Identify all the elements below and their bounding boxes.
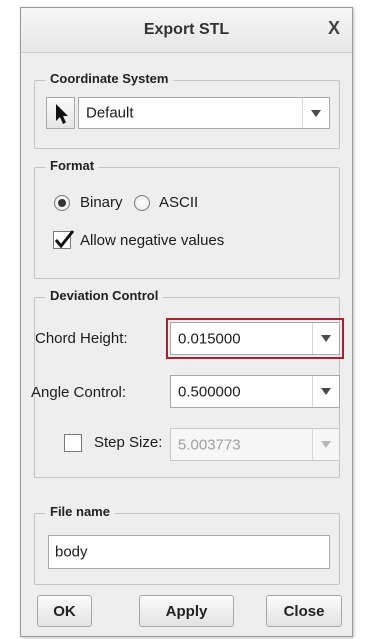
close-button[interactable]: Close [266, 595, 342, 627]
checkmark-icon [54, 230, 75, 249]
allow-negative-label: Allow negative values [80, 232, 225, 249]
chord-height-dropdown[interactable]: 0.015000 [170, 322, 340, 355]
chord-height-value: 0.015000 [178, 330, 241, 347]
format-group: Format Binary ASCII Allow negative value… [34, 158, 340, 279]
chevron-down-icon [312, 323, 339, 354]
coordinate-system-group: Coordinate System Default [34, 71, 340, 149]
coordinate-system-legend: Coordinate System [45, 71, 174, 86]
coordinate-system-dropdown[interactable]: Default [78, 97, 330, 129]
apply-button[interactable]: Apply [139, 595, 234, 627]
coordinate-system-value: Default [86, 104, 134, 122]
file-name-legend: File name [45, 504, 115, 519]
allow-negative-checkbox[interactable] [53, 230, 75, 249]
binary-label: Binary [80, 194, 123, 211]
title-bar: Export STL X [21, 8, 352, 53]
file-name-group: File name body [34, 504, 340, 585]
ascii-label: ASCII [159, 194, 199, 211]
step-size-label: Step Size: [94, 434, 163, 451]
chord-height-label: Chord Height: [35, 330, 128, 347]
ok-button[interactable]: OK [37, 595, 92, 627]
file-name-input[interactable]: body [48, 535, 330, 569]
step-size-dropdown[interactable]: 5.003773 [170, 428, 340, 461]
export-stl-dialog: Export STL X Coordinate System Default F… [20, 7, 353, 637]
select-coordinate-button[interactable] [46, 97, 75, 129]
angle-control-label: Angle Control: [31, 384, 127, 401]
deviation-control-group: Deviation Control Chord Height: 0.015000… [31, 288, 344, 478]
chevron-down-icon [312, 376, 339, 407]
step-size-checkbox[interactable] [64, 434, 82, 452]
file-name-value: body [55, 543, 88, 561]
ascii-radio[interactable] [134, 195, 150, 211]
arrow-pointer-icon [56, 104, 68, 124]
angle-control-value: 0.500000 [178, 383, 241, 400]
binary-radio[interactable] [54, 195, 70, 211]
dialog-title: Export STL [143, 21, 230, 38]
step-size-value: 5.003773 [178, 436, 241, 453]
deviation-control-legend: Deviation Control [45, 288, 164, 303]
format-legend: Format [45, 158, 100, 173]
close-icon[interactable]: X [328, 18, 340, 39]
chevron-down-icon [312, 429, 339, 460]
chevron-down-icon [302, 98, 329, 128]
angle-control-dropdown[interactable]: 0.500000 [170, 375, 340, 408]
radio-selected-dot [58, 199, 66, 207]
